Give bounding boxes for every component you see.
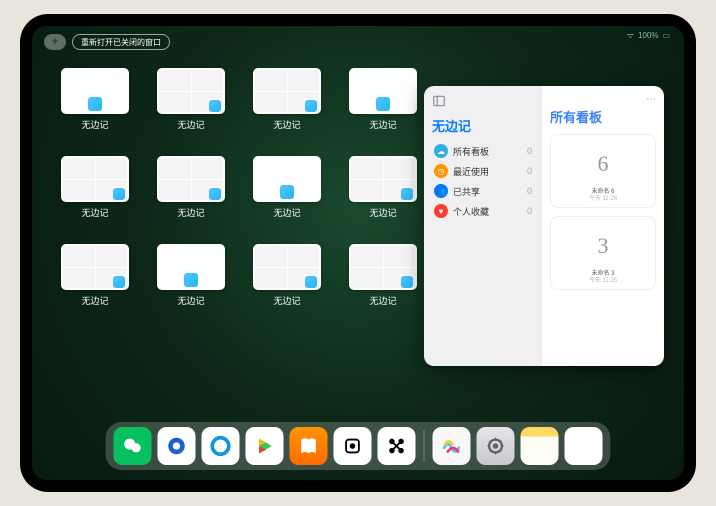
sidebar-item-count: 0 <box>527 206 532 216</box>
cloud-icon: ☁ <box>434 144 448 158</box>
app-label: 无边记 <box>177 294 204 307</box>
more-icon[interactable]: ⋯ <box>550 94 656 105</box>
top-controls: + 重新打开已关闭的窗口 <box>44 34 170 50</box>
settings-icon[interactable] <box>477 427 515 465</box>
freeform-panel: 无边记 ☁所有看板0◷最近使用0👥已共享0♥个人收藏0 ⋯ 所有看板 6未命名 … <box>424 86 664 366</box>
app-label: 无边记 <box>369 118 396 131</box>
app-label: 无边记 <box>273 118 300 131</box>
screen: ᯤ 100% ▭ + 重新打开已关闭的窗口 无边记无边记无边记无边记无边记无边记… <box>32 26 684 480</box>
app-thumbnail <box>157 156 225 202</box>
recent-apps-icon[interactable] <box>565 427 603 465</box>
app-window-tile[interactable]: 无边记 <box>344 156 422 230</box>
app-switcher-grid: 无边记无边记无边记无边记无边记无边记无边记无边记无边记无边记无边记无边记 <box>56 68 422 318</box>
wechat-icon[interactable] <box>114 427 152 465</box>
app-window-tile[interactable]: 无边记 <box>152 68 230 142</box>
dock-separator <box>424 430 425 462</box>
app-thumbnail <box>157 68 225 114</box>
app-label: 无边记 <box>177 118 204 131</box>
panel-content: ⋯ 所有看板 6未命名 6今天 11:28 3未命名 3今天 11:25 <box>542 86 664 366</box>
app-window-tile[interactable]: 无边记 <box>152 156 230 230</box>
app-label: 无边记 <box>273 206 300 219</box>
app-window-tile[interactable]: 无边记 <box>248 68 326 142</box>
battery-icon: ▭ <box>662 31 670 40</box>
app-window-tile[interactable]: 无边记 <box>344 244 422 318</box>
panel-right-title: 所有看板 <box>550 107 656 126</box>
books-icon[interactable] <box>290 427 328 465</box>
board-meta: 未命名 6今天 11:28 <box>589 189 617 203</box>
status-bar: ᯤ 100% ▭ <box>627 30 670 41</box>
sidebar-item-label: 已共享 <box>453 185 480 198</box>
battery-label: 100% <box>638 31 658 40</box>
app-label: 无边记 <box>177 206 204 219</box>
dice-icon[interactable] <box>334 427 372 465</box>
qq-browser-icon[interactable] <box>202 427 240 465</box>
sidebar-item-label: 个人收藏 <box>453 205 489 218</box>
people-icon: 👥 <box>434 184 448 198</box>
connect-icon[interactable] <box>378 427 416 465</box>
app-label: 无边记 <box>273 294 300 307</box>
reopen-closed-window-button[interactable]: 重新打开已关闭的窗口 <box>72 34 170 50</box>
sidebar-item-count: 0 <box>527 166 532 176</box>
app-thumbnail <box>253 244 321 290</box>
app-window-tile[interactable]: 无边记 <box>344 68 422 142</box>
new-window-button[interactable]: + <box>44 34 66 50</box>
app-window-tile[interactable]: 无边记 <box>248 156 326 230</box>
app-thumbnail <box>253 68 321 114</box>
app-thumbnail <box>61 156 129 202</box>
app-window-tile[interactable]: 无边记 <box>248 244 326 318</box>
app-label: 无边记 <box>369 294 396 307</box>
notes-icon[interactable] <box>521 427 559 465</box>
board-meta: 未命名 3今天 11:25 <box>589 271 617 285</box>
panel-sidebar: 无边记 ☁ 所有看板 0 ◷ 最近使用 0 👥 已共享 0 ♥ 个人收藏 0 <box>424 86 542 366</box>
sidebar-toggle-icon[interactable] <box>432 94 446 108</box>
app-label: 无边记 <box>81 206 108 219</box>
play-icon[interactable] <box>246 427 284 465</box>
sidebar-item-clock[interactable]: ◷ 最近使用 0 <box>432 161 534 181</box>
board-preview: 3 <box>598 221 609 271</box>
app-thumbnail <box>349 244 417 290</box>
app-thumbnail <box>61 244 129 290</box>
app-window-tile[interactable]: 无边记 <box>152 244 230 318</box>
sidebar-item-label: 最近使用 <box>453 165 489 178</box>
freeform-icon[interactable] <box>433 427 471 465</box>
app-label: 无边记 <box>81 118 108 131</box>
sidebar-item-people[interactable]: 👥 已共享 0 <box>432 181 534 201</box>
app-window-tile[interactable]: 无边记 <box>56 68 134 142</box>
sidebar-item-label: 所有看板 <box>453 145 489 158</box>
panel-left-title: 无边记 <box>432 116 534 135</box>
ipad-frame: ᯤ 100% ▭ + 重新打开已关闭的窗口 无边记无边记无边记无边记无边记无边记… <box>20 14 696 492</box>
clock-icon: ◷ <box>434 164 448 178</box>
app-window-tile[interactable]: 无边记 <box>56 156 134 230</box>
sidebar-item-count: 0 <box>527 186 532 196</box>
app-window-tile[interactable]: 无边记 <box>56 244 134 318</box>
board-card[interactable]: 3未命名 3今天 11:25 <box>550 216 656 290</box>
sidebar-item-heart[interactable]: ♥ 个人收藏 0 <box>432 201 534 221</box>
app-thumbnail <box>349 156 417 202</box>
app-thumbnail <box>253 156 321 202</box>
heart-icon: ♥ <box>434 204 448 218</box>
board-card[interactable]: 6未命名 6今天 11:28 <box>550 134 656 208</box>
board-preview: 6 <box>598 139 609 189</box>
uc-browser-icon[interactable] <box>158 427 196 465</box>
app-thumbnail <box>157 244 225 290</box>
sidebar-item-cloud[interactable]: ☁ 所有看板 0 <box>432 141 534 161</box>
sidebar-item-count: 0 <box>527 146 532 156</box>
app-thumbnail <box>349 68 417 114</box>
wifi-icon: ᯤ <box>627 30 634 41</box>
dock <box>106 422 611 470</box>
app-label: 无边记 <box>369 206 396 219</box>
app-thumbnail <box>61 68 129 114</box>
app-label: 无边记 <box>81 294 108 307</box>
